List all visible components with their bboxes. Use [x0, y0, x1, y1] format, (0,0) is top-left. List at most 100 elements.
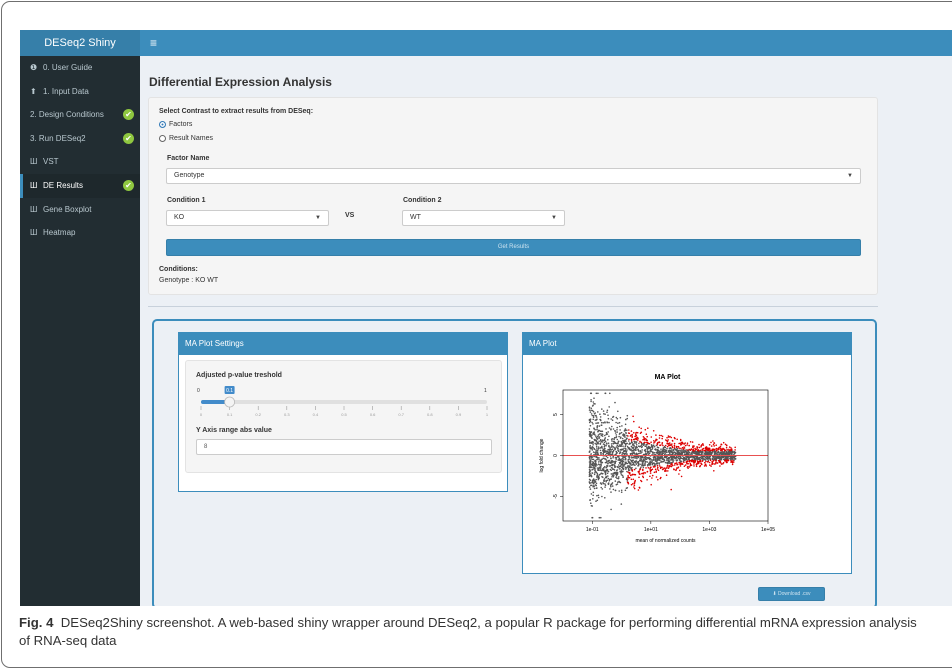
download-csv-button[interactable]: ⬇ Download .csv	[758, 587, 825, 601]
point	[624, 445, 627, 448]
significant-point	[726, 448, 728, 451]
point	[642, 465, 644, 467]
factor-name-label: Factor Name	[167, 155, 210, 162]
radio-result-names[interactable]	[159, 135, 166, 142]
point	[722, 451, 724, 454]
point	[630, 459, 633, 462]
point	[648, 462, 651, 465]
point	[591, 469, 593, 471]
point	[670, 450, 672, 452]
significant-point	[700, 463, 703, 465]
point	[633, 456, 635, 458]
point	[602, 452, 604, 455]
slider-handle[interactable]	[224, 396, 235, 408]
section-divider	[148, 306, 878, 307]
point	[643, 459, 645, 462]
point	[719, 458, 722, 461]
point	[590, 447, 593, 449]
yaxis-range-input[interactable]: 8	[196, 439, 492, 455]
point	[603, 444, 606, 446]
significant-point	[710, 465, 712, 467]
point	[653, 456, 655, 459]
sidebar-item-7[interactable]: Ш Heatmap	[20, 221, 140, 245]
significant-point	[637, 489, 640, 491]
point	[605, 433, 607, 436]
point	[617, 459, 619, 461]
point	[620, 448, 622, 451]
sidebar-item-5[interactable]: Ш DE Results ✔	[20, 173, 140, 198]
slider-tick-label: 0.1	[227, 412, 233, 417]
point	[638, 463, 640, 466]
significant-point	[677, 446, 680, 448]
point	[596, 456, 599, 459]
app-title[interactable]: DESeq2 Shiny	[20, 30, 140, 56]
get-results-button[interactable]: Get Results	[166, 239, 861, 256]
point	[605, 428, 607, 430]
point	[604, 483, 606, 485]
hamburger-menu-icon[interactable]: ≡	[150, 30, 157, 56]
point	[616, 473, 619, 476]
significant-point	[679, 469, 681, 472]
sidebar-item-0[interactable]: ❶ 0. User Guide	[20, 56, 140, 80]
point	[593, 413, 596, 415]
point	[659, 459, 661, 462]
pvalue-slider[interactable]: 0 1 0.1 0 0.1 0.2 0.3 0.4 0.5 0.6 0.7 0.8 0.9 1	[196, 383, 493, 419]
point	[688, 451, 691, 454]
point	[610, 443, 613, 445]
significant-point	[673, 464, 676, 466]
point	[606, 456, 609, 459]
point	[597, 494, 600, 497]
point	[594, 419, 597, 421]
significant-point	[627, 432, 630, 434]
point	[604, 422, 606, 424]
point	[639, 452, 641, 454]
point	[611, 461, 613, 464]
point	[714, 457, 717, 459]
significant-point	[644, 438, 647, 440]
point	[588, 451, 591, 453]
point	[599, 460, 602, 463]
point	[590, 493, 593, 495]
point	[604, 413, 606, 415]
significant-point	[647, 467, 650, 469]
factor-name-select[interactable]: Genotype ▼	[166, 168, 861, 184]
significant-point	[660, 466, 662, 468]
figure-label: Fig. 4	[19, 615, 54, 630]
point	[635, 456, 638, 458]
point	[611, 419, 614, 421]
condition2-select[interactable]: WT ▼	[402, 210, 565, 226]
point	[650, 459, 652, 461]
sidebar-item-2[interactable]: 2. Design Conditions ✔	[20, 103, 140, 127]
sidebar-item-3[interactable]: 3. Run DESeq2 ✔	[20, 127, 140, 151]
sidebar-item-6[interactable]: Ш Gene Boxplot	[20, 198, 140, 222]
significant-point	[698, 443, 700, 446]
point	[610, 473, 613, 475]
conditions-label: Conditions:	[159, 266, 198, 273]
significant-point	[654, 468, 657, 471]
slider-tick-label: 0.9	[456, 412, 462, 417]
point	[618, 461, 621, 464]
point	[620, 491, 623, 493]
point	[672, 448, 674, 451]
sidebar-item-1[interactable]: ⬆ 1. Input Data	[20, 80, 140, 104]
significant-point	[693, 445, 695, 447]
significant-point	[669, 442, 671, 444]
significant-point	[629, 472, 631, 475]
significant-point	[632, 415, 634, 418]
radio-factors[interactable]	[159, 121, 166, 128]
condition1-select[interactable]: KO ▼	[166, 210, 329, 226]
point	[593, 427, 595, 429]
point	[634, 449, 637, 451]
significant-point	[712, 443, 715, 446]
point	[702, 456, 704, 458]
significant-point	[686, 449, 688, 451]
chevron-down-icon: ▼	[551, 215, 557, 221]
point	[596, 428, 598, 431]
significant-point	[657, 478, 659, 481]
significant-point	[631, 473, 633, 476]
point	[619, 465, 622, 468]
sidebar-item-4[interactable]: Ш VST	[20, 150, 140, 174]
significant-point	[686, 442, 689, 444]
significant-point	[713, 442, 715, 444]
point	[732, 456, 735, 459]
